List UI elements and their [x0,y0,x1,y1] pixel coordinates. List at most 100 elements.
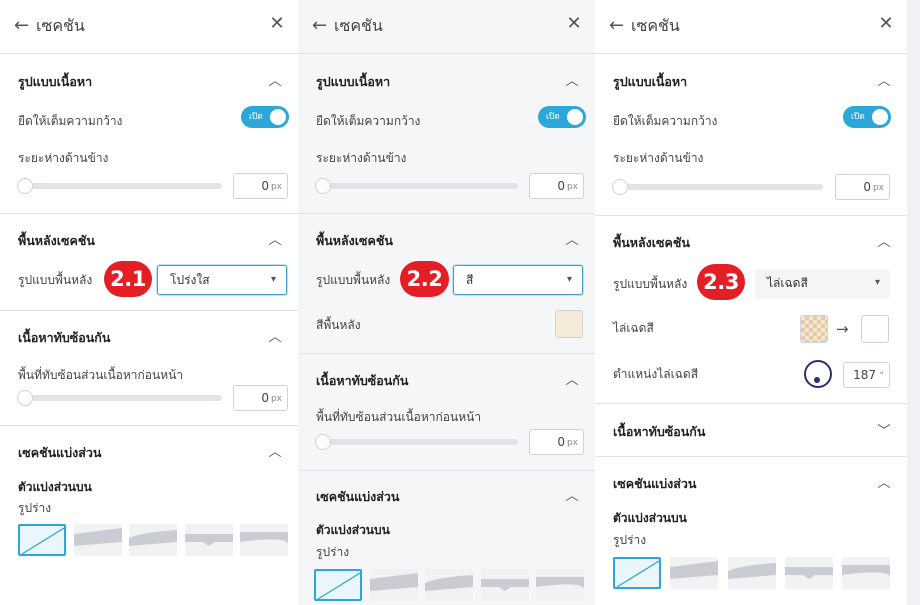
divider-shape-curve[interactable] [536,569,584,601]
stretch-label: ยืดให้เต็มความกว้าง [316,114,421,128]
divider-shape-tilt[interactable] [73,524,122,556]
chevron-up-icon[interactable]: ︿ [561,230,583,252]
side-spacing-input[interactable]: 0 px [233,173,288,199]
close-icon[interactable]: ✕ [563,12,585,36]
side-spacing-slider[interactable] [17,178,222,194]
side-spacing-input[interactable]: 0 px [529,173,584,199]
panel-title: เซคชัน [631,16,680,35]
close-icon[interactable]: ✕ [875,12,897,36]
unit-label: px [270,394,282,404]
section-label: เนื้อหาทับซ้อนกัน [18,330,111,345]
stretch-toggle[interactable]: เปิด [843,106,891,128]
close-icon[interactable]: ✕ [266,12,288,36]
divider-shape-curve-asymmetric[interactable] [727,557,776,589]
toggle-knob [872,109,888,125]
arrow-left-icon[interactable]: ← [14,14,34,38]
divider-section-header[interactable]: เซคชันแบ่งส่วน ︿ [298,486,595,508]
background-section-header[interactable]: พื้นหลังเซคชัน ︿ [595,232,907,254]
divider-section-header[interactable]: เซคชันแบ่งส่วน ︿ [595,473,907,495]
angle-dial[interactable] [804,360,832,388]
divider-shape-arrow[interactable] [184,524,233,556]
gradient-start-swatch[interactable] [800,315,828,343]
overlap-slider[interactable] [17,390,222,406]
shape-label: รูปร่าง [316,545,350,559]
slider-thumb[interactable] [17,178,33,194]
divider-shape-curve[interactable] [240,524,288,556]
chevron-up-icon[interactable]: ︿ [873,71,895,93]
divider-shape-tilt[interactable] [369,569,418,601]
content-layout-section-header[interactable]: รูปแบบเนื้อหา ︿ [298,71,595,93]
overlap-input[interactable]: 0 px [529,429,584,455]
overlap-section-header[interactable]: เนื้อหาทับซ้อนกัน ︿ [0,327,298,349]
divider-shape-curve[interactable] [842,557,890,589]
background-type-select[interactable]: สี ▾ [453,265,583,295]
background-type-select[interactable]: ไล่เฉดสี ▾ [755,269,890,299]
arrow-right-icon: → [836,320,849,338]
content-layout-section-header[interactable]: รูปแบบเนื้อหา ︿ [595,71,907,93]
chevron-up-icon[interactable]: ︿ [264,230,286,252]
slider-thumb[interactable] [17,390,33,406]
gradient-angle-input[interactable]: 187 ° [843,362,890,388]
chevron-up-icon[interactable]: ︿ [264,442,286,464]
toggle-text: เปิด [546,112,560,122]
divider-shape-curve-asymmetric[interactable] [425,569,473,601]
slider-thumb[interactable] [315,178,331,194]
background-type-label: รูปแบบพื้นหลัง [613,277,688,291]
divider-line [298,470,595,471]
overlap-input[interactable]: 0 px [233,385,288,411]
background-type-select[interactable]: โปร่งใส ▾ [157,265,287,295]
overlap-section-header[interactable]: เนื้อหาทับซ้อนกัน ﹀ [595,421,907,443]
side-spacing-slider[interactable] [612,179,823,195]
chevron-down-icon: ▾ [874,277,880,288]
side-spacing-label: ระยะห่างด้านข้าง [613,151,704,165]
chevron-down-icon: ▾ [566,274,572,285]
chevron-up-icon[interactable]: ︿ [561,486,583,508]
stretch-toggle[interactable]: เปิด [538,106,586,128]
content-layout-section-header[interactable]: รูปแบบเนื้อหา ︿ [0,71,298,93]
stretch-toggle[interactable]: เปิด [241,106,289,128]
arrow-left-icon[interactable]: ← [609,14,629,38]
toggle-knob [567,109,583,125]
divider-shape-tilt[interactable] [670,557,719,589]
top-divider-label: ตัวแบ่งส่วนบน [316,523,390,537]
overlap-slider[interactable] [315,434,518,450]
divider-section-header[interactable]: เซคชันแบ่งส่วน ︿ [0,442,298,464]
angle-dial-handle[interactable] [814,377,820,383]
chevron-up-icon[interactable]: ︿ [561,71,583,93]
gradient-end-swatch[interactable] [861,315,889,343]
slider-thumb[interactable] [612,179,628,195]
top-divider-label: ตัวแบ่งส่วนบน [613,511,687,525]
section-label: เนื้อหาทับซ้อนกัน [316,373,409,388]
slider-thumb[interactable] [315,434,331,450]
overlap-section-header[interactable]: เนื้อหาทับซ้อนกัน ︿ [298,370,595,392]
chevron-up-icon[interactable]: ︿ [264,71,286,93]
top-divider-label: ตัวแบ่งส่วนบน [18,480,92,494]
chevron-up-icon[interactable]: ︿ [873,232,895,254]
side-spacing-input[interactable]: 0 px [835,174,890,200]
shape-label: รูปร่าง [18,501,52,515]
chevron-up-icon[interactable]: ︿ [264,327,286,349]
divider-shape-arrow[interactable] [784,557,833,589]
side-spacing-slider[interactable] [315,178,518,194]
chevron-down-icon[interactable]: ﹀ [873,421,895,443]
divider-shape-none[interactable] [18,524,66,556]
panel-header: ← เซคชัน ✕ [0,0,298,54]
divider-shape-arrow[interactable] [480,569,529,601]
background-section-header[interactable]: พื้นหลังเซคชัน ︿ [0,230,298,252]
input-value: 187 [853,368,876,382]
divider-line [595,456,907,457]
section-settings-panel-1: ← เซคชัน ✕ รูปแบบเนื้อหา ︿ ยืดให้เต็มควา… [0,0,298,605]
divider-shape-none[interactable] [314,569,362,601]
chevron-up-icon[interactable]: ︿ [561,370,583,392]
divider-shape-none[interactable] [613,557,661,589]
divider-line [0,310,298,311]
stretch-label: ยืดให้เต็มความกว้าง [613,114,718,128]
chevron-up-icon[interactable]: ︿ [873,473,895,495]
toggle-text: เปิด [249,112,263,122]
background-color-swatch[interactable] [555,310,583,338]
divider-shape-curve-asymmetric[interactable] [129,524,177,556]
arrow-left-icon[interactable]: ← [312,14,332,38]
panel-header: ← เซคชัน ✕ [298,0,595,54]
background-section-header[interactable]: พื้นหลังเซคชัน ︿ [298,230,595,252]
chevron-down-icon: ▾ [270,274,276,285]
